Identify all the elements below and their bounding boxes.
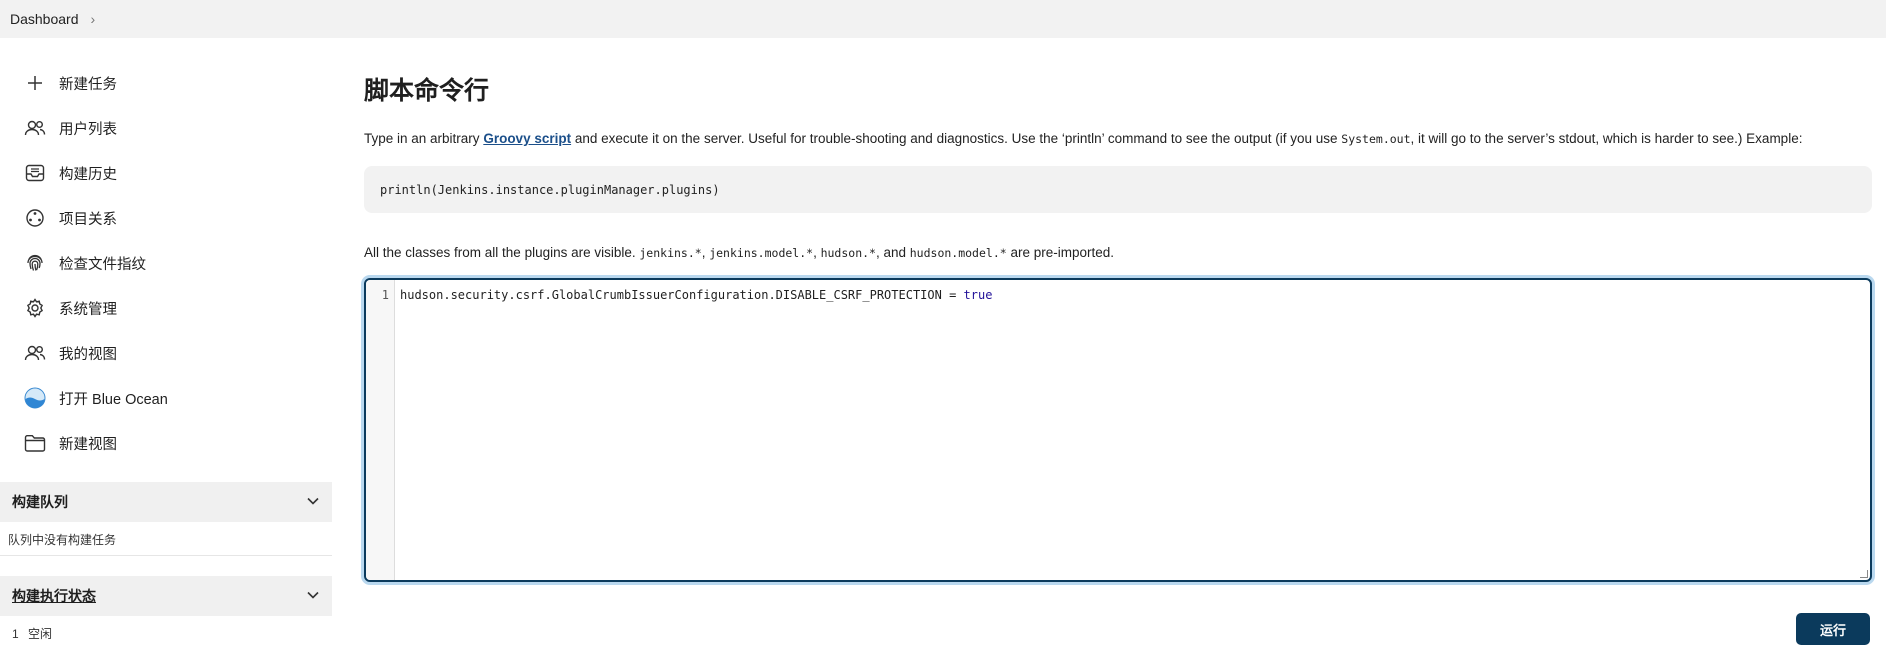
note-code: hudson.* [820,246,876,260]
fingerprint-icon [24,252,46,274]
sidebar-item-label: 系统管理 [59,301,117,318]
sidebar-item-manage-jenkins[interactable]: 系统管理 [24,293,117,323]
desc-code: System.out [1341,132,1411,146]
code-keyword: true [963,288,993,302]
desc-text: , it will go to the server’s stdout, whi… [1410,131,1803,146]
breadcrumb: Dashboard › [0,0,1886,38]
users-icon [24,117,46,139]
description: Type in an arbitrary Groovy script and e… [364,131,1802,146]
resize-handle[interactable] [1860,570,1868,578]
sidebar-item-label: 构建历史 [59,166,117,183]
sidebar-item-label: 新建任务 [59,76,117,93]
note-code: jenkins.* [639,246,702,260]
build-queue-title: 构建队列 [12,494,68,510]
folder-icon [24,432,46,454]
script-editor[interactable]: 1 hudson.security.csrf.GlobalCrumbIssuer… [364,278,1872,582]
plus-icon [24,72,46,94]
groovy-script-link[interactable]: Groovy script [483,131,571,146]
sidebar-item-build-history[interactable]: 构建历史 [24,158,117,188]
page-title: 脚本命令行 [364,77,490,105]
code-line[interactable]: hudson.security.csrf.GlobalCrumbIssuerCo… [400,288,992,302]
sidebar-item-label: 打开 Blue Ocean [59,391,168,408]
sidebar-item-label: 我的视图 [59,346,117,363]
sidebar-item-label: 新建视图 [59,436,117,453]
sidebar-item-label: 检查文件指纹 [59,256,146,273]
gear-icon [24,297,46,319]
sidebar-item-my-views[interactable]: 我的视图 [24,338,117,368]
relationship-icon [24,207,46,229]
line-gutter: 1 [366,280,395,580]
build-queue-header[interactable]: 构建队列 [0,482,332,522]
note-text: , and [875,245,910,260]
chevron-right-icon[interactable]: › [91,11,96,27]
sidebar-item-label: 项目关系 [59,211,117,228]
breadcrumb-dashboard[interactable]: Dashboard [10,11,79,27]
sidebar-item-label: 用户列表 [59,121,117,138]
desc-text: Type in an arbitrary [364,131,484,146]
executors-header[interactable]: 构建执行状态 [0,576,332,616]
executor-status: 空闲 [28,627,53,641]
example-code-block: println(Jenkins.instance.pluginManager.p… [364,166,1872,213]
note-text: All the classes from all the plugins are… [364,245,640,260]
preimport-note: All the classes from all the plugins are… [364,245,1114,260]
sidebar-item-new-view[interactable]: 新建视图 [24,428,117,458]
sidebar-item-project-relationship[interactable]: 项目关系 [24,203,117,233]
code-text: hudson.security.csrf.GlobalCrumbIssuerCo… [400,288,964,302]
inbox-icon [24,162,46,184]
executor-number: 1 [12,627,19,641]
example-code: println(Jenkins.instance.pluginManager.p… [380,182,720,197]
note-text: , [813,245,821,260]
sidebar-item-people[interactable]: 用户列表 [24,113,117,143]
executor-row: 1 空闲 [12,625,52,642]
sidebar-item-new-job[interactable]: 新建任务 [24,68,117,98]
note-code: hudson.model.* [909,246,1007,260]
chevron-down-icon[interactable] [306,587,320,605]
desc-text: and execute it on the server. Useful for… [571,131,1342,146]
note-text: are pre-imported. [1006,245,1114,260]
line-number: 1 [381,288,389,302]
sidebar-item-fingerprint[interactable]: 检查文件指纹 [24,248,146,278]
divider [0,555,332,556]
executors-title[interactable]: 构建执行状态 [12,586,96,606]
build-queue-empty: 队列中没有构建任务 [8,533,117,547]
run-button[interactable]: 运行 [1796,613,1870,645]
note-code: jenkins.model.* [709,246,814,260]
sidebar: 新建任务 用户列表 构建历史 项目关系 检查文件指纹 系统管理 我的视图 打开 … [0,38,332,651]
users-icon [24,342,46,364]
blue-ocean-icon [24,387,46,409]
sidebar-item-blue-ocean[interactable]: 打开 Blue Ocean [24,383,168,413]
chevron-down-icon[interactable] [306,493,320,511]
